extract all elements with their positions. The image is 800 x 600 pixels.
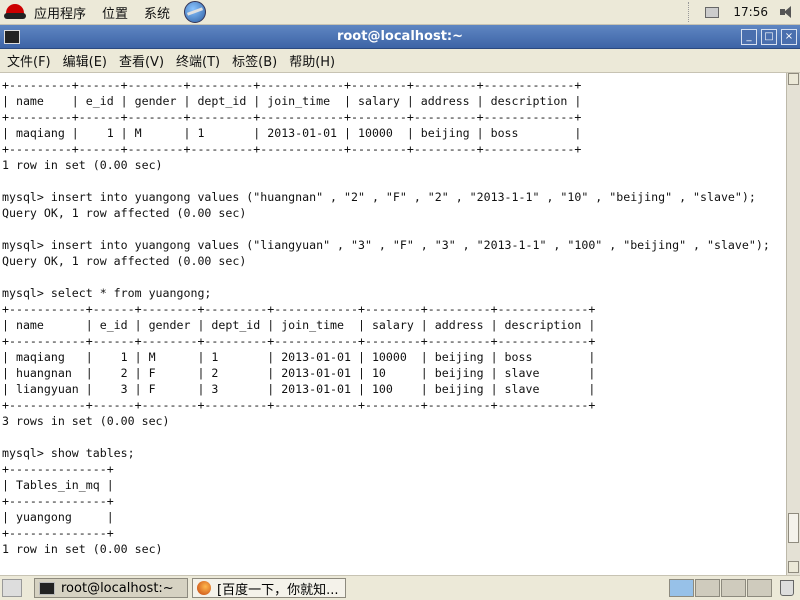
trash-icon[interactable] [780,580,794,596]
taskbar-item-label: root@localhost:~ [61,580,174,596]
menu-tabs[interactable]: 标签(B) [225,51,282,70]
menu-applications[interactable]: 应用程序 [26,3,94,22]
terminal-line: | yuangong | [2,510,114,524]
terminal-line: Query OK, 1 row affected (0.00 sec) [2,206,247,220]
terminal-line: +--------------+ [2,494,114,508]
terminal-line: | name | e_id | gender | dept_id | join_… [2,318,596,332]
workspace-2[interactable] [695,579,720,597]
terminal-line: +-----------+------+--------+---------+-… [2,302,596,316]
terminal-line: | maqiang | 1 | M | 1 | 2013-01-01 | 100… [2,126,582,140]
terminal-line: +---------+------+--------+---------+---… [2,110,582,124]
taskbar-item-browser[interactable]: [百度一下，你就知... [192,578,346,598]
scroll-down-arrow-icon[interactable] [788,561,799,573]
volume-icon[interactable] [778,4,794,20]
terminal-line: +--------------+ [2,526,114,540]
firefox-icon [197,581,211,595]
network-monitor-icon[interactable] [705,6,720,18]
terminal-scrollbar[interactable] [786,73,800,575]
terminal-line: +-----------+------+--------+---------+-… [2,334,596,348]
show-desktop-icon[interactable] [2,579,22,597]
terminal-output[interactable]: +---------+------+--------+---------+---… [0,73,786,575]
terminal-line: Query OK, 1 row affected (0.00 sec) [2,254,247,268]
terminal-line: | huangnan | 2 | F | 2 | 2013-01-01 | 10… [2,366,596,380]
terminal-line: mysql> show tables; [2,446,135,460]
taskbar-item-label: [百度一下，你就知... [217,582,339,598]
clock[interactable]: 17:56 [733,5,768,19]
terminal-line: +---------+------+--------+---------+---… [2,142,582,156]
menu-view[interactable]: 查看(V) [112,51,169,70]
terminal-line: | Tables_in_mq | [2,478,114,492]
menu-system[interactable]: 系统 [136,3,178,22]
terminal-line: mysql> insert into yuangong values ("hua… [2,190,756,204]
scroll-up-arrow-icon[interactable] [788,73,799,85]
terminal-line: | liangyuan | 3 | F | 3 | 2013-01-01 | 1… [2,382,596,396]
terminal-line: mysql> insert into yuangong values ("lia… [2,238,770,252]
terminal-line: | maqiang | 1 | M | 1 | 2013-01-01 | 100… [2,350,596,364]
terminal-line: mysql> select * from yuangong; [2,286,212,300]
menu-file[interactable]: 文件(F) [0,51,56,70]
terminal-line: 1 row in set (0.00 sec) [2,542,163,556]
terminal-line: +---------+------+--------+---------+---… [2,78,582,92]
minimize-button[interactable]: _ [741,29,757,45]
menu-edit[interactable]: 编辑(E) [56,51,112,70]
menu-terminal[interactable]: 终端(T) [169,51,225,70]
top-panel: 应用程序 位置 系统 17:56 [0,0,800,25]
terminal-menubar: 文件(F) 编辑(E) 查看(V) 终端(T) 标签(B) 帮助(H) [0,49,800,73]
system-tray: 17:56 [684,0,800,25]
workspace-4[interactable] [747,579,772,597]
window-titlebar[interactable]: root@localhost:~ _ □ × [0,25,800,49]
redhat-logo-icon[interactable] [4,1,26,23]
terminal-line: +--------------+ [2,462,114,476]
scrollbar-thumb[interactable] [788,513,799,543]
terminal-icon [39,581,55,595]
menu-help[interactable]: 帮助(H) [282,51,340,70]
terminal-line: 1 row in set (0.00 sec) [2,158,163,172]
taskbar-item-terminal[interactable]: root@localhost:~ [34,578,188,598]
terminal-line: +-----------+------+--------+---------+-… [2,398,596,412]
close-button[interactable]: × [781,29,797,45]
terminal-line: 3 rows in set (0.00 sec) [2,414,170,428]
terminal-text: +---------+------+--------+---------+---… [0,73,786,557]
browser-launcher-icon[interactable] [184,1,207,23]
bottom-panel: root@localhost:~ [百度一下，你就知... [0,575,800,600]
tray-separator [688,2,691,22]
workspace-1[interactable] [669,579,694,597]
menu-places[interactable]: 位置 [94,3,136,22]
workspace-switcher [669,579,773,597]
maximize-button[interactable]: □ [761,29,777,45]
workspace-3[interactable] [721,579,746,597]
window-title: root@localhost:~ [336,29,464,44]
terminal-line: | name | e_id | gender | dept_id | join_… [2,94,582,108]
